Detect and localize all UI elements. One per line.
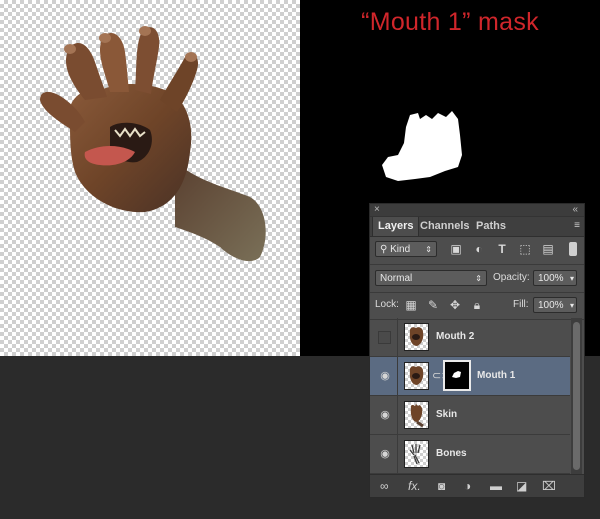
layer-name[interactable]: Skin <box>436 408 457 422</box>
layers-panel: × « Layers Channels Paths ≡ ⚲ Kind ⇕ ▣ ◐… <box>369 203 585 498</box>
panel-title-bar[interactable]: × « <box>370 204 584 217</box>
layer-mask-thumbnail[interactable] <box>443 360 471 391</box>
mask-shape-thumbnail <box>452 371 461 378</box>
lock-transparent-icon[interactable]: ▦ <box>404 297 418 313</box>
layer-name[interactable]: Bones <box>436 447 467 461</box>
document-canvas[interactable] <box>0 0 300 356</box>
hand-thumbnail-icon <box>409 366 424 385</box>
opacity-field[interactable]: 100% ▾ <box>533 270 577 286</box>
tab-paths[interactable]: Paths <box>471 217 511 236</box>
filter-row: ⚲ Kind ⇕ ▣ ◐ T ⬚ ▤ <box>370 237 584 265</box>
bones-thumbnail-icon <box>409 444 421 465</box>
new-layer-icon[interactable]: ◪ <box>516 478 527 494</box>
blend-row: Normal ⇕ Opacity: 100% ▾ <box>370 265 584 293</box>
visibility-cell[interactable] <box>370 318 398 356</box>
fill-field[interactable]: 100% ▾ <box>533 297 577 313</box>
chevron-down-icon[interactable]: ▾ <box>570 298 574 314</box>
mask-shape <box>382 111 462 181</box>
lock-all-icon[interactable]: 🔒︎ <box>470 297 484 313</box>
trash-icon[interactable]: ⌧ <box>542 478 556 494</box>
filter-kind-label: Kind <box>390 244 411 255</box>
layer-name[interactable]: Mouth 2 <box>436 330 474 344</box>
panel-tabs: Layers Channels Paths ≡ <box>370 217 584 237</box>
search-icon: ⚲ <box>380 244 391 255</box>
opacity-label: Opacity: <box>493 272 530 283</box>
layer-name[interactable]: Mouth 1 <box>477 369 515 383</box>
filter-adjustment-icon[interactable]: ◐ <box>472 241 486 257</box>
lock-position-icon[interactable]: ✥ <box>448 297 462 313</box>
panel-footer: ∞ fx. ◙ ◑ ▬ ◪ ⌧ <box>370 474 584 497</box>
visibility-toggle-off[interactable] <box>378 331 391 344</box>
visibility-cell[interactable]: ◉ <box>370 396 398 434</box>
tab-layers[interactable]: Layers <box>372 217 420 236</box>
layer-row-mouth-2[interactable]: Mouth 2 <box>370 318 570 357</box>
filter-toggle[interactable] <box>569 242 577 256</box>
filter-type-icon[interactable]: T <box>495 241 509 257</box>
lock-label: Lock: <box>375 299 399 310</box>
layer-thumbnail <box>404 362 429 390</box>
chevron-updown-icon: ⇕ <box>475 274 482 283</box>
layer-thumbnail <box>404 323 429 351</box>
visibility-cell[interactable]: ◉ <box>370 357 398 395</box>
layer-thumbnail <box>404 440 429 468</box>
tab-channels[interactable]: Channels <box>415 217 475 236</box>
eye-icon[interactable]: ◉ <box>378 447 392 461</box>
fill-value: 100% <box>538 300 564 311</box>
blend-mode-select[interactable]: Normal ⇕ <box>375 270 487 286</box>
layer-thumbnail <box>404 401 429 429</box>
eye-icon[interactable]: ◉ <box>378 369 392 383</box>
filter-kind-select[interactable]: ⚲ Kind ⇕ <box>375 241 437 257</box>
panel-menu-icon[interactable]: ≡ <box>574 220 580 231</box>
visibility-cell[interactable]: ◉ <box>370 435 398 473</box>
fill-label: Fill: <box>513 299 529 310</box>
folder-icon[interactable]: ▬ <box>490 478 502 494</box>
filter-pixel-icon[interactable]: ▣ <box>449 241 463 257</box>
zombie-hand-image <box>40 26 266 262</box>
layer-row-mouth-1[interactable]: ◉ ⊂⊃ Mouth 1 <box>370 357 570 396</box>
lock-row: Lock: ▦ ✎ ✥ 🔒︎ Fill: 100% ▾ <box>370 292 584 320</box>
layers-scrollbar[interactable] <box>571 318 582 476</box>
eye-icon[interactable]: ◉ <box>378 408 392 422</box>
link-icon[interactable]: ∞ <box>380 478 389 494</box>
hand-thumbnail-icon <box>410 404 424 428</box>
chevron-down-icon[interactable]: ▾ <box>570 271 574 287</box>
adjustment-icon[interactable]: ◑ <box>464 478 471 494</box>
scrollbar-thumb[interactable] <box>573 322 580 470</box>
layer-row-bones[interactable]: ◉ Bones <box>370 435 570 474</box>
lock-paint-icon[interactable]: ✎ <box>426 297 440 313</box>
filter-shape-icon[interactable]: ⬚ <box>518 241 532 257</box>
opacity-value: 100% <box>538 273 564 284</box>
blend-mode-value: Normal <box>380 273 413 284</box>
mask-icon[interactable]: ◙ <box>438 478 445 494</box>
layers-list: Mouth 2 ◉ ⊂⊃ Mouth 1 ◉ Skin ◉ Bones <box>370 318 570 476</box>
chevron-updown-icon: ⇕ <box>425 245 432 254</box>
close-icon[interactable]: × <box>374 204 380 216</box>
filter-smart-object-icon[interactable]: ▤ <box>541 241 555 257</box>
collapse-icon[interactable]: « <box>572 204 578 216</box>
mask-label: “Mouth 1” mask <box>361 8 539 36</box>
hand-thumbnail-icon <box>409 327 424 346</box>
fx-icon[interactable]: fx. <box>408 478 421 494</box>
layer-row-skin[interactable]: ◉ Skin <box>370 396 570 435</box>
